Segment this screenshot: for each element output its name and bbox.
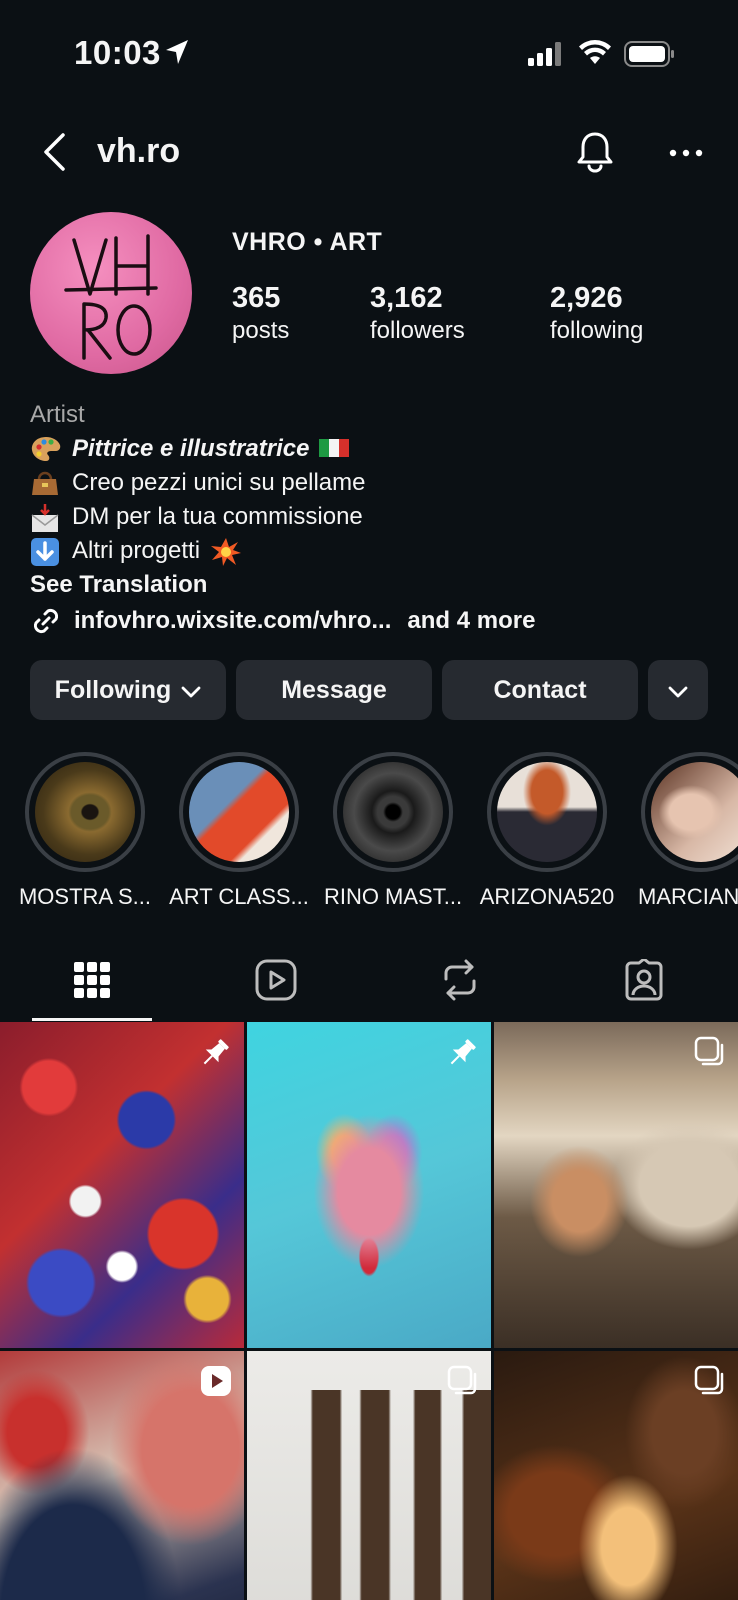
see-translation-link[interactable]: See Translation bbox=[30, 568, 720, 602]
followers-count[interactable]: 3,162 followers bbox=[370, 282, 465, 345]
message-button[interactable]: Message bbox=[236, 660, 432, 720]
chevron-down-icon bbox=[668, 676, 688, 705]
reposts-icon bbox=[444, 959, 476, 1001]
status-bar: 10:03 bbox=[0, 0, 738, 110]
highlight-ring bbox=[25, 752, 145, 872]
chevron-down-icon bbox=[181, 676, 201, 705]
highlight-ring bbox=[641, 752, 738, 872]
post-tile[interactable] bbox=[247, 1351, 491, 1600]
bio-links-more[interactable]: and 4 more bbox=[407, 604, 535, 638]
vhro-logo bbox=[64, 234, 158, 360]
contact-button-label: Contact bbox=[493, 675, 587, 704]
reel-icon bbox=[200, 1365, 232, 1402]
bio-line-2: Creo pezzi unici su pellame bbox=[30, 466, 720, 500]
posts-count-value: 365 bbox=[232, 282, 281, 314]
profile-bio: Artist Pittrice e illustratrice Creo pez… bbox=[30, 398, 720, 638]
highlight-item[interactable]: MOSTRA S... bbox=[10, 752, 160, 910]
bio-line-1-text: Pittrice e illustratrice bbox=[72, 435, 310, 462]
wifi-icon bbox=[578, 38, 612, 71]
collision-emoji-icon bbox=[210, 537, 242, 566]
highlight-ring bbox=[487, 752, 607, 872]
highlight-cover-art-class bbox=[189, 762, 289, 862]
followers-count-label: followers bbox=[370, 317, 465, 344]
reels-icon bbox=[255, 959, 297, 1001]
bio-link-row[interactable]: infovhro.wixsite.com/vhro... and 4 more bbox=[30, 604, 720, 638]
highlight-label: ART CLASS... bbox=[169, 884, 309, 909]
message-button-label: Message bbox=[281, 675, 387, 704]
link-icon bbox=[30, 606, 64, 636]
bio-link-text[interactable]: infovhro.wixsite.com/vhro... bbox=[74, 604, 391, 638]
highlight-item[interactable]: ART CLASS... bbox=[164, 752, 314, 910]
highlight-cover-jacket bbox=[497, 762, 597, 862]
post-tile[interactable] bbox=[0, 1351, 244, 1600]
status-time: 10:03 bbox=[74, 34, 161, 71]
post-tile[interactable] bbox=[0, 1022, 244, 1348]
more-dots-icon bbox=[669, 149, 703, 157]
carousel-icon bbox=[694, 1365, 726, 1402]
carousel-icon bbox=[694, 1036, 726, 1073]
bio-line-3-text: DM per la tua commissione bbox=[72, 503, 363, 530]
profile-tabs bbox=[0, 940, 738, 1022]
profile-category: Artist bbox=[30, 401, 85, 428]
location-arrow-icon bbox=[164, 38, 190, 71]
bio-line-4-text: Altri progetti bbox=[72, 537, 201, 564]
bio-line-2-text: Creo pezzi unici su pellame bbox=[72, 469, 366, 496]
bio-line-1: Pittrice e illustratrice bbox=[30, 432, 720, 466]
suggested-accounts-button[interactable] bbox=[648, 660, 708, 720]
cellular-signal-icon bbox=[528, 42, 564, 71]
profile-header: vh.ro bbox=[0, 118, 738, 188]
tab-reposts[interactable] bbox=[400, 940, 520, 1020]
highlight-label: MOSTRA S... bbox=[18, 884, 152, 909]
more-options-button[interactable] bbox=[664, 138, 708, 168]
highlight-ring bbox=[333, 752, 453, 872]
post-tile[interactable] bbox=[247, 1022, 491, 1348]
highlight-label: ARIZONA520 bbox=[479, 884, 615, 909]
tab-posts-grid[interactable] bbox=[32, 940, 152, 1020]
profile-avatar[interactable] bbox=[30, 212, 192, 374]
posts-grid bbox=[0, 1022, 738, 1600]
highlight-cover-portrait bbox=[651, 762, 738, 862]
pin-icon bbox=[198, 1036, 232, 1075]
tagged-icon bbox=[625, 959, 663, 1001]
tab-tagged[interactable] bbox=[584, 940, 704, 1020]
following-count-value: 2,926 bbox=[550, 282, 623, 314]
following-count[interactable]: 2,926 following bbox=[550, 282, 643, 345]
bell-icon bbox=[577, 132, 613, 173]
grid-icon bbox=[74, 962, 110, 998]
active-tab-indicator bbox=[32, 1018, 152, 1021]
posts-count-label: posts bbox=[232, 317, 290, 344]
posts-count[interactable]: 365 posts bbox=[232, 282, 289, 345]
following-count-label: following bbox=[550, 317, 644, 344]
highlight-item[interactable]: ARIZONA520 bbox=[472, 752, 622, 910]
pin-icon bbox=[445, 1036, 479, 1075]
back-button[interactable] bbox=[34, 128, 74, 176]
battery-icon bbox=[624, 40, 676, 73]
handbag-emoji-icon bbox=[30, 469, 62, 497]
post-tile[interactable] bbox=[494, 1351, 738, 1600]
envelope-arrow-emoji-icon bbox=[30, 503, 62, 532]
highlight-label: MARCIAN bbox=[638, 884, 738, 909]
highlight-item[interactable]: RINO MAST... bbox=[318, 752, 468, 910]
contact-button[interactable]: Contact bbox=[442, 660, 638, 720]
down-arrow-emoji-icon bbox=[30, 537, 62, 566]
highlight-ring bbox=[179, 752, 299, 872]
bio-line-4: Altri progetti bbox=[30, 534, 720, 568]
palette-emoji-icon bbox=[30, 435, 62, 463]
followers-count-value: 3,162 bbox=[370, 282, 443, 314]
post-tile[interactable] bbox=[494, 1022, 738, 1348]
highlight-item[interactable]: MARCIAN bbox=[626, 752, 738, 910]
profile-display-name: VHRO • ART bbox=[232, 228, 383, 256]
following-button[interactable]: Following bbox=[30, 660, 226, 720]
tab-reels[interactable] bbox=[216, 940, 336, 1020]
notifications-bell-button[interactable] bbox=[572, 128, 618, 176]
highlight-cover-eye-painting bbox=[35, 762, 135, 862]
italy-flag-emoji-icon bbox=[319, 435, 351, 463]
username-title: vh.ro bbox=[97, 132, 181, 170]
following-button-label: Following bbox=[54, 675, 172, 704]
carousel-icon bbox=[447, 1365, 479, 1402]
highlight-label: RINO MAST... bbox=[323, 884, 463, 909]
highlight-cover-black-eye bbox=[343, 762, 443, 862]
story-highlights: MOSTRA S... ART CLASS... RINO MAST... AR… bbox=[0, 752, 738, 912]
bio-line-3: DM per la tua commissione bbox=[30, 500, 720, 534]
